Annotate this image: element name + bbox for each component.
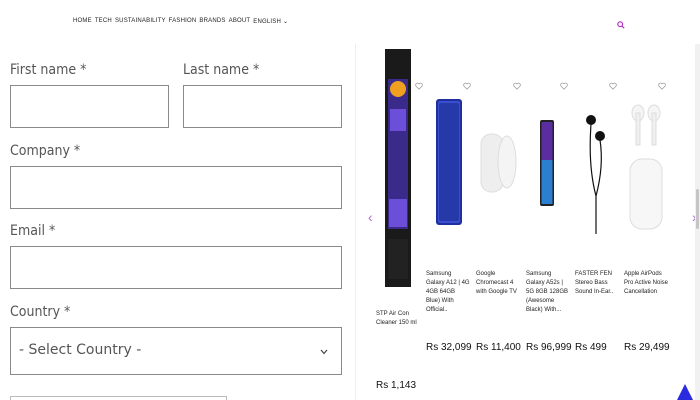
product-price: Rs 1,143	[376, 380, 417, 391]
product-name[interactable]: Apple AirPods Pro Active Noise Cancellat…	[624, 270, 672, 297]
product-carousel: ‹ › STP Air Con Cleaner 150 ml Rs 1,143 …	[356, 44, 700, 400]
wishlist-heart-icon[interactable]	[513, 77, 521, 90]
contact-form: First name * Last name * Company * Email…	[0, 44, 355, 400]
product-image-chromecast[interactable]	[477, 124, 517, 200]
product-price: Rs 32,099	[426, 342, 472, 353]
chevron-down-icon: ⌄	[283, 19, 289, 25]
country-label: Country *	[10, 304, 71, 320]
wishlist-heart-icon[interactable]	[658, 77, 666, 90]
first-name-field[interactable]	[10, 85, 169, 128]
search-icon[interactable]	[617, 16, 627, 29]
last-name-label: Last name *	[183, 62, 260, 78]
scrollbar-thumb[interactable]	[696, 189, 699, 229]
nav-item-tech[interactable]: TECH	[95, 18, 112, 25]
product-name[interactable]: FASTER FEN Stereo Bass Sound In-Ear..	[575, 270, 619, 297]
nav-item-sustainability[interactable]: SUSTAINABILITY	[115, 18, 166, 25]
wishlist-heart-icon[interactable]	[415, 77, 423, 90]
product-price: Rs 29,499	[624, 342, 670, 353]
product-image-stp-cleaner[interactable]	[385, 49, 411, 287]
product-image-earphones[interactable]	[584, 106, 608, 234]
country-selected-value: - Select Country -	[19, 342, 142, 358]
product-name[interactable]: STP Air Con Cleaner 150 ml	[376, 310, 424, 328]
wishlist-heart-icon[interactable]	[463, 77, 471, 90]
email-field[interactable]	[10, 246, 342, 289]
product-price: Rs 96,999	[526, 342, 572, 353]
nav-item-home[interactable]: HOME	[73, 18, 92, 25]
product-name[interactable]: Samsung Galaxy A52s | 5G 8GB 128GB (Awes…	[526, 270, 570, 315]
top-navigation: HOME TECH SUSTAINABILITY FASHION BRANDS …	[0, 0, 700, 44]
product-name[interactable]: Samsung Galaxy A12 | 4G 4GB 64GB Blue) W…	[426, 270, 470, 315]
country-select[interactable]: - Select Country -	[10, 327, 342, 375]
language-label: ENGLISH	[253, 19, 282, 25]
product-image-airpods[interactable]	[628, 99, 664, 234]
main-menu: HOME TECH SUSTAINABILITY FASHION BRANDS …	[73, 18, 288, 25]
first-name-label: First name *	[10, 62, 87, 78]
next-field-partial[interactable]	[10, 396, 227, 400]
page-scrollbar[interactable]	[695, 44, 700, 400]
product-image-samsung-a52s[interactable]	[540, 120, 554, 206]
email-label: Email *	[10, 223, 56, 239]
nav-item-brands[interactable]: BRANDS	[199, 18, 225, 25]
carousel-prev-arrow[interactable]: ‹	[368, 209, 373, 225]
nav-item-about[interactable]: ABOUT	[229, 18, 251, 25]
nav-item-fashion[interactable]: FASHION	[169, 18, 197, 25]
nav-item-language[interactable]: ENGLISH ⌄	[253, 18, 288, 25]
last-name-field[interactable]	[183, 85, 342, 128]
chevron-down-icon	[319, 344, 329, 355]
product-name[interactable]: Google Chromecast 4 with Google TV	[476, 270, 520, 297]
chat-widget-icon[interactable]	[675, 383, 695, 400]
wishlist-heart-icon[interactable]	[560, 77, 568, 90]
product-image-samsung-a12[interactable]	[436, 99, 462, 225]
wishlist-heart-icon[interactable]	[609, 77, 617, 90]
product-price: Rs 499	[575, 342, 607, 353]
company-label: Company *	[10, 143, 81, 159]
company-field[interactable]	[10, 166, 342, 209]
product-price: Rs 11,400	[476, 342, 521, 353]
